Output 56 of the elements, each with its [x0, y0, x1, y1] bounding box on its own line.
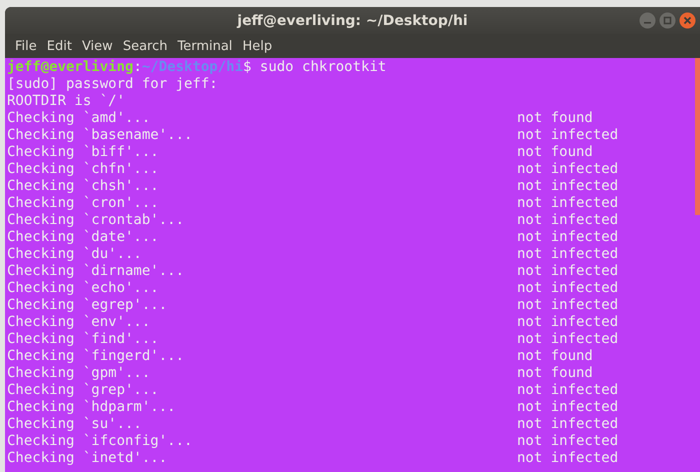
result-text: not infected	[517, 416, 618, 433]
result-text: not infected	[517, 280, 618, 297]
result-text: not infected	[517, 229, 618, 246]
close-icon[interactable]	[679, 12, 696, 29]
output-line: ROOTDIR is `/'	[7, 93, 126, 110]
result-text: not infected	[517, 382, 618, 399]
menu-item[interactable]: View	[76, 38, 118, 54]
result-text: not infected	[517, 297, 618, 314]
check-text: Checking `env'...	[7, 314, 152, 331]
menu-item[interactable]: Search	[118, 38, 172, 54]
check-text: Checking `find'...	[7, 331, 160, 348]
check-text: Checking `egrep'...	[7, 297, 168, 314]
result-text: not infected	[517, 450, 618, 467]
result-text: not infected	[517, 161, 618, 178]
check-text: Checking `grep'...	[7, 382, 160, 399]
check-text: Checking `echo'...	[7, 280, 160, 297]
check-text: Checking `date'...	[7, 229, 160, 246]
result-text: not found	[517, 110, 593, 127]
check-text: Checking `chfn'...	[7, 161, 160, 178]
result-text: not infected	[517, 178, 618, 195]
check-text: Checking `ifconfig'...	[7, 433, 194, 450]
menu-item[interactable]: Terminal	[172, 38, 238, 54]
prompt-line: jeff@everliving:~/Desktop/hi$ sudo chkrootkit	[7, 59, 388, 76]
result-text: not infected	[517, 263, 618, 280]
window-title: jeff@everliving: ~/Desktop/hi	[237, 12, 468, 28]
result-text: not found	[517, 365, 593, 382]
result-text: not infected	[517, 314, 618, 331]
result-text: not infected	[517, 399, 618, 416]
check-text: Checking `su'...	[7, 416, 143, 433]
check-text: Checking `du'...	[7, 246, 143, 263]
result-text: not infected	[517, 246, 618, 263]
result-text: not infected	[517, 195, 618, 212]
check-text: Checking `inetd'...	[7, 450, 168, 467]
result-text: not infected	[517, 331, 618, 348]
output-line: [sudo] password for jeff:	[7, 76, 219, 93]
check-text: Checking `amd'...	[7, 110, 152, 127]
minimize-icon[interactable]	[639, 12, 656, 29]
maximize-icon[interactable]	[659, 12, 676, 29]
check-text: Checking `hdparm'...	[7, 399, 177, 416]
check-text: Checking `dirname'...	[7, 263, 186, 280]
result-text: not infected	[517, 212, 618, 229]
check-text: Checking `crontab'...	[7, 212, 186, 229]
result-text: not infected	[517, 433, 618, 450]
result-text: not infected	[517, 127, 618, 144]
result-text: not found	[517, 348, 593, 365]
check-text: Checking `cron'...	[7, 195, 160, 212]
menu-item[interactable]: Edit	[42, 38, 77, 54]
check-text: Checking `fingerd'...	[7, 348, 186, 365]
result-text: not found	[517, 144, 593, 161]
check-text: Checking `chsh'...	[7, 178, 160, 195]
menu-item[interactable]: Help	[237, 38, 278, 54]
menu-item[interactable]: File	[10, 38, 42, 54]
scrollbar-thumb[interactable]	[695, 58, 700, 215]
check-text: Checking `basename'...	[7, 127, 194, 144]
check-text: Checking `biff'...	[7, 144, 160, 161]
check-text: Checking `gpm'...	[7, 365, 152, 382]
